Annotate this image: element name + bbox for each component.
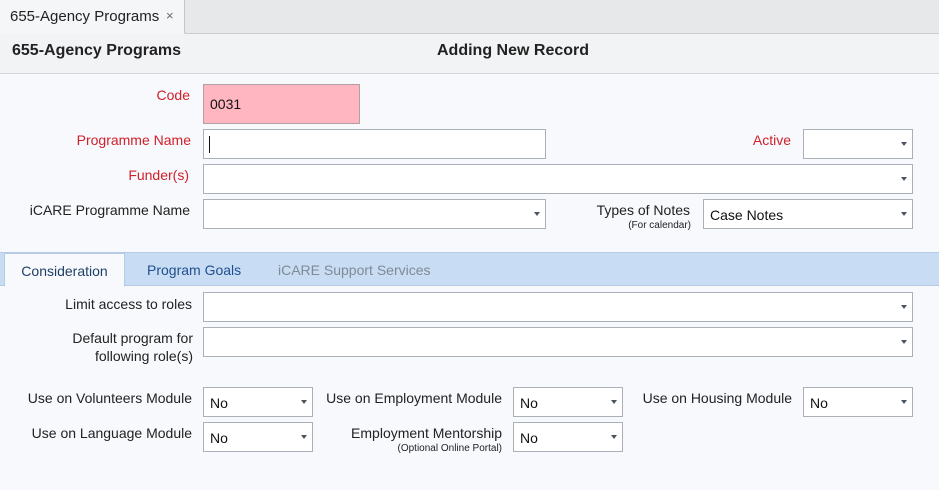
default-program-label-line1: Default program for	[72, 330, 193, 346]
chevron-down-icon[interactable]	[896, 130, 912, 158]
types-of-notes-value: Case Notes	[710, 207, 784, 223]
limit-access-label: Limit access to roles	[65, 296, 192, 312]
volunteers-module-dropdown[interactable]: No	[203, 387, 313, 417]
chevron-down-icon[interactable]	[529, 200, 545, 228]
chevron-down-icon[interactable]	[296, 388, 312, 416]
code-label: Code	[156, 87, 190, 103]
document-tab-label: 655-Agency Programs	[10, 8, 160, 25]
employment-module-dropdown[interactable]: No	[513, 387, 623, 417]
icare-programme-name-dropdown[interactable]	[203, 199, 546, 229]
chevron-down-icon[interactable]	[896, 293, 912, 321]
active-dropdown[interactable]	[803, 129, 913, 159]
types-of-notes-sublabel: (For calendar)	[628, 220, 691, 231]
employment-mentorship-sublabel: (Optional Online Portal)	[397, 443, 503, 454]
chevron-down-icon[interactable]	[606, 388, 622, 416]
funders-dropdown[interactable]	[203, 164, 913, 194]
chevron-down-icon[interactable]	[606, 423, 622, 451]
programme-name-label: Programme Name	[76, 132, 191, 148]
tab-program-goals[interactable]: Program Goals	[147, 253, 241, 287]
document-tab-bar: 655-Agency Programs ×	[0, 0, 939, 34]
employment-module-value: No	[520, 395, 538, 411]
record-mode-title: Adding New Record	[437, 42, 590, 59]
employment-mentorship-dropdown[interactable]: No	[513, 422, 623, 452]
employment-mentorship-value: No	[520, 430, 538, 446]
employment-module-label: Use on Employment Module	[326, 390, 502, 406]
chevron-down-icon[interactable]	[296, 423, 312, 451]
volunteers-module-value: No	[210, 395, 228, 411]
language-module-value: No	[210, 430, 228, 446]
language-module-label: Use on Language Module	[31, 425, 192, 441]
employment-mentorship-label: Employment Mentorship	[351, 425, 502, 441]
icare-programme-name-label: iCARE Programme Name	[29, 202, 190, 218]
tab-consideration[interactable]: Consideration	[4, 253, 125, 287]
volunteers-module-label: Use on Volunteers Module	[27, 390, 192, 406]
housing-module-dropdown[interactable]: No	[803, 387, 913, 417]
form-header: 655-Agency Programs Adding New Record	[0, 34, 939, 74]
funders-label: Funder(s)	[128, 167, 189, 183]
chevron-down-icon[interactable]	[896, 328, 912, 356]
default-program-dropdown[interactable]	[203, 327, 913, 357]
detail-tabstrip: Consideration Program Goals iCARE Suppor…	[0, 252, 939, 287]
housing-module-value: No	[810, 395, 828, 411]
programme-name-field[interactable]	[203, 129, 546, 159]
code-field[interactable]: 0031	[203, 84, 360, 124]
housing-module-label: Use on Housing Module	[642, 390, 792, 406]
tab-icare-support-services[interactable]: iCARE Support Services	[278, 253, 431, 287]
default-program-label-line2: following role(s)	[94, 348, 193, 364]
types-of-notes-label: Types of Notes	[596, 202, 690, 218]
limit-access-dropdown[interactable]	[203, 292, 913, 322]
chevron-down-icon[interactable]	[896, 388, 912, 416]
document-tab[interactable]: 655-Agency Programs ×	[0, 0, 185, 34]
active-label: Active	[752, 132, 791, 148]
language-module-dropdown[interactable]: No	[203, 422, 313, 452]
close-icon[interactable]: ×	[166, 8, 174, 23]
form-title: 655-Agency Programs	[12, 42, 181, 59]
text-cursor	[209, 136, 210, 153]
code-value: 0031	[210, 96, 242, 112]
types-of-notes-dropdown[interactable]: Case Notes	[703, 199, 913, 229]
chevron-down-icon[interactable]	[896, 165, 912, 193]
chevron-down-icon[interactable]	[896, 200, 912, 228]
